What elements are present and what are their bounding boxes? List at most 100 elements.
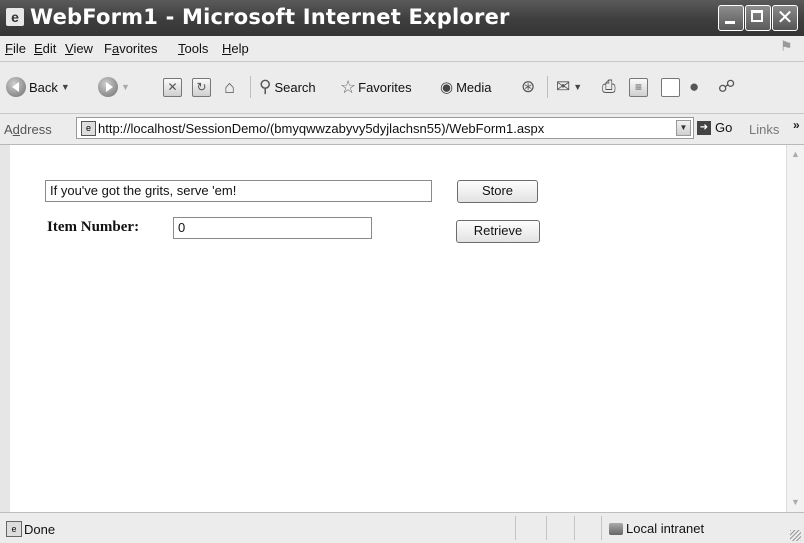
session-text-input[interactable]: If you've got the grits, serve 'em! bbox=[45, 180, 432, 202]
discuss-icon bbox=[661, 77, 680, 97]
refresh-icon: ↻ bbox=[192, 77, 211, 97]
retrieve-button[interactable]: Retrieve bbox=[456, 220, 540, 243]
favorites-label: Favorites bbox=[358, 79, 412, 95]
window-title: WebForm1 - Microsoft Internet Explorer bbox=[30, 5, 510, 29]
refresh-button[interactable]: ↻ bbox=[192, 75, 211, 99]
menu-file-label: ile bbox=[12, 41, 26, 56]
address-bar: Address e http://localhost/SessionDemo/(… bbox=[0, 114, 804, 145]
edit-icon: ≡ bbox=[629, 77, 648, 97]
chevron-right-icon[interactable]: » bbox=[793, 118, 800, 132]
status-bar: e Done Local intranet bbox=[0, 512, 804, 543]
media-icon: ◉ bbox=[440, 79, 454, 96]
toolbar-separator bbox=[547, 76, 548, 98]
item-number-label: Item Number: bbox=[47, 219, 140, 235]
print-icon: ⎙ bbox=[602, 77, 616, 96]
maximize-button[interactable] bbox=[745, 5, 771, 31]
menu-edit-accel: E bbox=[34, 41, 43, 56]
browser-window: e WebForm1 - Microsoft Internet Explorer… bbox=[0, 0, 804, 543]
ie-page-icon: e bbox=[6, 8, 24, 26]
home-button[interactable]: ⌂ bbox=[221, 75, 238, 99]
status-pane-divider bbox=[515, 516, 516, 540]
edit-button[interactable]: ≡ bbox=[629, 75, 648, 99]
forward-dropdown-icon: ▼ bbox=[121, 82, 130, 92]
maximize-icon bbox=[751, 10, 763, 22]
go-arrow-icon: ➜ bbox=[697, 120, 711, 135]
stop-icon: ✕ bbox=[163, 77, 182, 97]
zone-label: Local intranet bbox=[626, 521, 705, 536]
status-pane-divider bbox=[574, 516, 575, 540]
windows-logo-icon: ⚑ bbox=[780, 39, 793, 55]
favorites-button[interactable]: ☆ Favorites bbox=[340, 75, 412, 99]
address-label: Address bbox=[4, 122, 52, 137]
contacts-icon: ☍ bbox=[718, 77, 736, 96]
back-button[interactable]: Back ▼ bbox=[6, 75, 70, 99]
back-arrow-icon bbox=[6, 77, 26, 97]
chat-bubble-icon: ● bbox=[689, 77, 700, 96]
media-label: Media bbox=[456, 79, 492, 95]
address-url: http://localhost/SessionDemo/(bmyqwwzaby… bbox=[98, 121, 545, 136]
vertical-scrollbar[interactable]: ▲ ▼ bbox=[786, 145, 804, 512]
close-icon: ✕ bbox=[776, 5, 794, 29]
mail-icon: ✉ bbox=[556, 77, 571, 96]
minimize-button[interactable] bbox=[718, 5, 744, 31]
contacts-button[interactable]: ☍ bbox=[718, 75, 735, 99]
security-zone: Local intranet bbox=[609, 521, 704, 536]
back-label: Back bbox=[29, 79, 58, 95]
menu-bar: File Edit View Favorites Tools Help ⚑ bbox=[0, 36, 804, 62]
favorites-star-icon: ☆ bbox=[340, 76, 357, 97]
menu-edit[interactable]: Edit bbox=[34, 41, 56, 56]
menu-file-accel: F bbox=[5, 41, 13, 56]
status-text: Done bbox=[24, 522, 56, 537]
mail-button[interactable]: ✉ ▼ bbox=[556, 75, 582, 99]
stop-button[interactable]: ✕ bbox=[163, 75, 182, 99]
menu-file[interactable]: File bbox=[5, 41, 26, 56]
menu-help-accel: H bbox=[222, 41, 232, 56]
links-button[interactable]: Links bbox=[749, 122, 779, 137]
search-icon: ⚲ bbox=[259, 77, 272, 96]
title-bar: e WebForm1 - Microsoft Internet Explorer… bbox=[0, 0, 804, 36]
mail-dropdown-icon: ▼ bbox=[573, 82, 583, 92]
menu-favorites-pre: F bbox=[104, 41, 112, 56]
menu-favorites[interactable]: Favorites bbox=[104, 41, 157, 56]
address-input[interactable]: e http://localhost/SessionDemo/(bmyqwwza… bbox=[76, 117, 694, 139]
menu-help-label: elp bbox=[231, 41, 249, 56]
menu-view[interactable]: View bbox=[65, 41, 93, 56]
discuss-button[interactable] bbox=[661, 75, 680, 99]
home-icon: ⌂ bbox=[224, 76, 235, 97]
media-button[interactable]: ◉ Media bbox=[440, 75, 492, 99]
scroll-down-icon[interactable]: ▼ bbox=[788, 495, 803, 510]
search-label: Search bbox=[274, 79, 316, 95]
menu-edit-label: dit bbox=[42, 41, 57, 56]
go-button[interactable]: ➜ Go bbox=[697, 120, 732, 135]
page-content: If you've got the grits, serve 'em! Stor… bbox=[10, 145, 786, 512]
messenger-button[interactable]: ● bbox=[689, 75, 699, 99]
history-icon: ⊛ bbox=[521, 77, 536, 96]
address-dropdown-icon[interactable]: ▼ bbox=[676, 120, 691, 136]
menu-tools[interactable]: Tools bbox=[178, 41, 208, 56]
back-dropdown-icon: ▼ bbox=[60, 82, 70, 92]
address-label-pre: A bbox=[4, 122, 13, 137]
intranet-zone-icon bbox=[609, 522, 623, 535]
store-button[interactable]: Store bbox=[457, 180, 538, 203]
scroll-up-icon[interactable]: ▲ bbox=[788, 147, 803, 162]
menu-favorites-label: vorites bbox=[119, 41, 158, 56]
minimize-icon bbox=[725, 21, 735, 24]
search-button[interactable]: ⚲ Search bbox=[259, 75, 316, 99]
go-label: Go bbox=[715, 120, 733, 135]
item-number-input[interactable]: 0 bbox=[173, 217, 372, 239]
history-button[interactable]: ⊛ bbox=[521, 75, 535, 99]
standard-toolbar: Back ▼ ▼ ✕ ↻ ⌂ ⚲ Search ☆ Favorites ◉ Me… bbox=[0, 62, 804, 114]
toolbar-separator bbox=[250, 76, 251, 98]
menu-view-label: iew bbox=[73, 41, 93, 56]
page-done-icon: e bbox=[6, 521, 22, 537]
close-button[interactable]: ✕ bbox=[772, 5, 798, 31]
status-pane-divider bbox=[601, 516, 602, 540]
forward-arrow-icon bbox=[98, 77, 118, 97]
status-pane-divider bbox=[546, 516, 547, 540]
forward-button[interactable]: ▼ bbox=[98, 75, 130, 99]
resize-grip-icon[interactable] bbox=[790, 530, 801, 541]
address-label-rest: dress bbox=[19, 122, 52, 137]
print-button[interactable]: ⎙ bbox=[602, 75, 616, 99]
menu-help[interactable]: Help bbox=[222, 41, 249, 56]
page-icon: e bbox=[81, 121, 96, 136]
